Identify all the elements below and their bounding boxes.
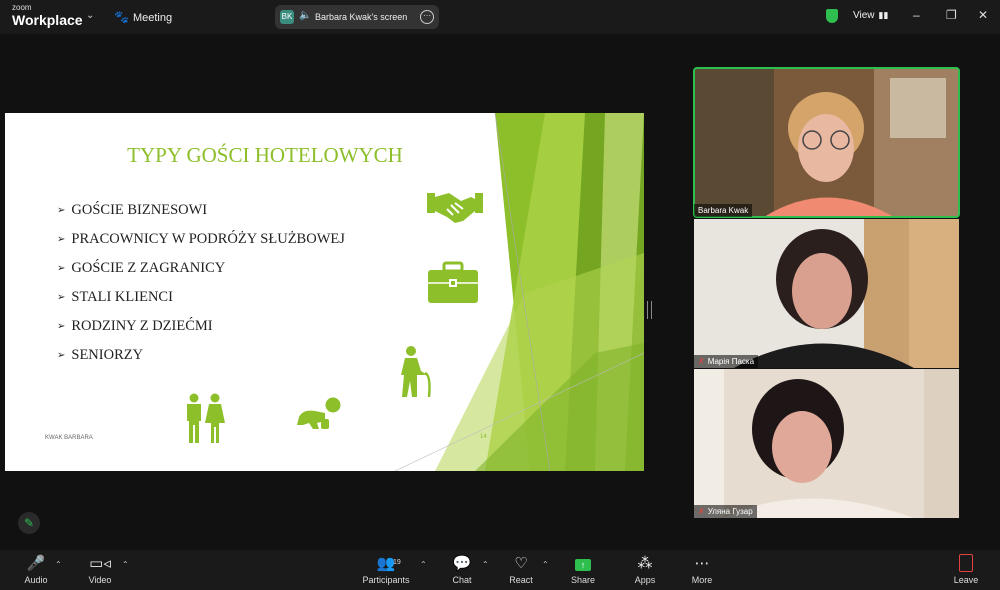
participants-label: Participants [362,575,410,585]
restore-button[interactable]: ❐ [946,8,957,22]
meeting-toolbar: 🎤 Audio ⌃ ▭◃ Video ⌃ 👥 19 Participants ⌃… [0,550,1000,590]
mic-muted-icon: ✗ [698,507,705,516]
crawling-baby-icon [297,397,341,429]
view-button[interactable]: View ▮▮ [853,10,888,21]
elderly-person-icon [401,346,431,397]
participants-count: 19 [393,559,401,566]
arrow-bullet-icon: ➢ [57,205,66,216]
video-label: Video [88,575,112,585]
video-tile[interactable]: ✗ Уляна Гузар [694,369,959,518]
participant-name: Марія Паска [707,357,755,366]
react-button[interactable]: ♡ React [491,554,551,585]
paw-icon: 🐾 [114,10,129,24]
minimize-button[interactable]: – [913,8,920,22]
apps-button[interactable]: ⁂ Apps [615,554,675,585]
apps-icon: ⁂ [637,555,653,572]
participant-name-tag: ✗ Марія Паска [694,355,759,368]
top-bar: zoom Workplace ⌄ 🐾 Meeting BK 🔈 Barbara K… [0,0,1000,34]
mic-muted-icon: ✗ [698,357,705,366]
share-source-label: Barbara Kwak's screen [315,12,408,22]
handshake-icon [427,193,483,223]
list-item: ➢ GOŚCIE Z ZAGRANICY [57,260,345,289]
chat-button[interactable]: 💬 Chat [432,554,492,585]
video-tile[interactable]: ✗ Марія Паска [694,219,959,368]
meeting-menu[interactable]: 🐾 Meeting [114,10,172,24]
bullet-text: GOŚCIE Z ZAGRANICY [71,260,226,276]
more-icon: ⋯ [694,555,710,572]
list-item: ➢ PRACOWNICY W PODRÓŻY SŁUŻBOWEJ [57,231,345,260]
participant-name: Уляна Гузар [707,507,753,516]
speaker-icon: 🔈 [299,10,312,21]
security-shield-icon[interactable] [826,9,838,23]
meeting-label: Meeting [132,12,173,24]
bullet-text: PRACOWNICY W PODRÓŻY SŁUŻBOWEJ [71,231,345,247]
audio-label: Audio [24,575,48,585]
video-button[interactable]: ▭◃ Video [70,554,130,585]
audio-button[interactable]: 🎤 Audio [6,554,66,585]
split-handle[interactable] [647,301,652,319]
logo-small-text: zoom [12,3,32,12]
share-screen-icon: ↑ [575,559,591,571]
apps-label: Apps [634,575,656,585]
bullet-text: SENIORZY [71,347,144,363]
slide-page-number: 14 [480,434,487,440]
list-item: ➢ SENIORZY [57,347,345,376]
slide-title: TYPY GOŚCI HOTELOWYCH [127,143,403,167]
share-button[interactable]: ↑ Share [553,554,613,585]
list-item: ➢ RODZINY Z DZIEĆMI [57,318,345,347]
chevron-down-icon[interactable]: ⌄ [86,10,94,21]
arrow-bullet-icon: ➢ [57,321,66,332]
arrow-bullet-icon: ➢ [57,350,66,361]
slide-bullet-list: ➢ GOŚCIE BIZNESOWI ➢ PRACOWNICY W PODRÓŻY … [57,202,345,376]
arrow-bullet-icon: ➢ [57,263,66,274]
leave-button[interactable]: Leave [936,554,996,585]
view-label: View [853,10,875,21]
shared-slide: TYPY GOŚCI HOTELOWYCH ➢ GOŚCIE BIZNESOWI … [5,113,644,471]
screen-share-pill[interactable]: BK 🔈 Barbara Kwak's screen ⋯ [275,5,439,29]
participant-video [694,68,959,217]
participants-button[interactable]: 👥 19 Participants [356,554,416,585]
more-label: More [691,575,713,585]
avatar: BK [280,10,294,24]
share-label: Share [570,575,596,585]
couple-icon [187,393,225,443]
leave-label: Leave [953,575,979,585]
chat-label: Chat [452,575,472,585]
arrow-bullet-icon: ➢ [57,234,66,245]
video-tile[interactable]: Barbara Kwak [693,67,960,218]
chevron-up-icon[interactable]: ⌃ [482,560,489,569]
chevron-up-icon[interactable]: ⌃ [542,560,549,569]
zoom-logo[interactable]: zoom Workplace [12,3,83,28]
logo-big-text: Workplace [12,12,83,28]
leave-door-icon [959,554,973,572]
annotate-pencil-button[interactable]: ✎ [18,512,40,534]
slide-footer: KWAK BARBARA [45,435,93,441]
more-options-icon[interactable]: ⋯ [420,10,434,24]
chevron-up-icon[interactable]: ⌃ [122,560,129,569]
briefcase-icon [428,261,478,303]
arrow-bullet-icon: ➢ [57,292,66,303]
react-label: React [509,575,533,585]
list-item: ➢ STALI KLIENCI [57,289,345,318]
participant-video [694,219,959,368]
bullet-text: GOŚCIE BIZNESOWI [71,202,208,218]
close-button[interactable]: ✕ [978,8,988,22]
participants-icon: 👥 [376,555,396,572]
bullet-text: STALI KLIENCI [71,289,173,305]
more-button[interactable]: ⋯ More [672,554,732,585]
chevron-up-icon[interactable]: ⌃ [55,560,62,569]
grid-view-icon: ▮▮ [878,10,889,20]
participant-video [694,369,959,518]
participant-name-tag: ✗ Уляна Гузар [694,505,757,518]
chevron-up-icon[interactable]: ⌃ [420,560,427,569]
list-item: ➢ GOŚCIE BIZNESOWI [57,202,345,231]
bullet-text: RODZINY Z DZIEĆMI [71,318,213,334]
participant-name: Barbara Kwak [694,204,753,217]
video-camera-icon: ▭◃ [89,555,111,572]
